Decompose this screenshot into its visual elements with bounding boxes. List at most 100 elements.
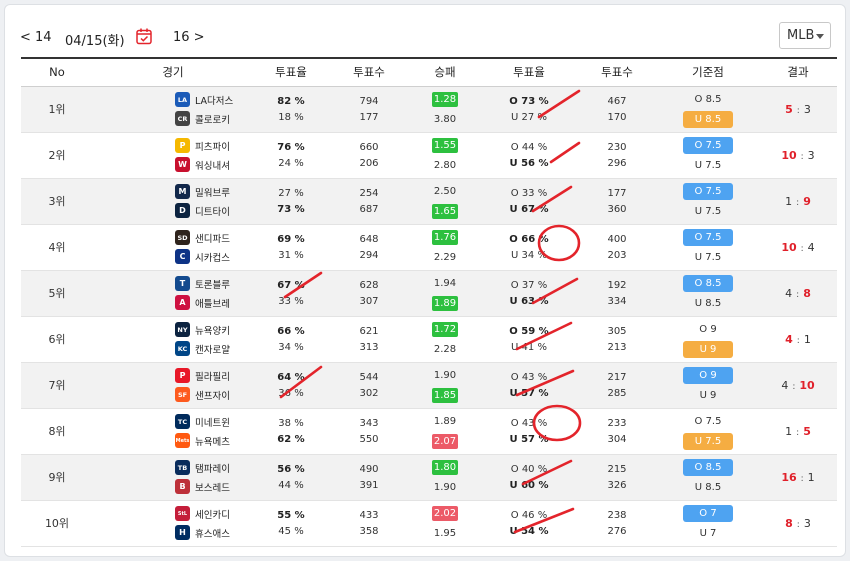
line-badge[interactable]: O 7.5: [683, 228, 733, 246]
vote-count: 433: [359, 509, 379, 521]
ou-vote-rate-cell: O 43 % U 57 %: [481, 408, 577, 454]
nationals-logo-icon: W: [175, 157, 190, 172]
line-badge[interactable]: U 9: [683, 340, 733, 358]
vote-rate: 18 %: [278, 111, 304, 123]
vote-count: 544: [359, 371, 379, 383]
team[interactable]: P 필라필리: [175, 368, 230, 383]
table-row[interactable]: 6위 NY 뉴욕양키 KC 캔자로얄 66 % 34 % 621 313 1.72 2.28 O 59…: [21, 316, 837, 362]
odds-value[interactable]: 1.90: [434, 368, 456, 383]
odds-cell: 1.80 1.90: [409, 454, 481, 500]
team[interactable]: LA LA다저스: [175, 92, 233, 107]
ou-vote-count: 360: [607, 203, 627, 215]
table-row[interactable]: 9위 TB 탬파레이 B 보스레드 56 % 44 % 490 391 1.80 1.90 O 40 …: [21, 454, 837, 500]
line-badge[interactable]: O 8.5: [683, 458, 733, 476]
odds-value[interactable]: 1.95: [434, 526, 456, 541]
odds-badge[interactable]: 1.72: [432, 321, 458, 337]
table-row[interactable]: 7위 P 필라필리 SF 샌프자이 64 % 36 % 544 302 1.90 1.85 O 43 …: [21, 362, 837, 408]
next-day-link[interactable]: 16 >: [173, 30, 205, 45]
odds-value[interactable]: 2.50: [434, 184, 456, 199]
league-select[interactable]: MLB: [779, 22, 831, 49]
odds-value[interactable]: 2.29: [434, 250, 456, 265]
line-badge[interactable]: O 8.5: [683, 274, 733, 292]
team-name: 콜로로키: [195, 114, 230, 126]
table-row[interactable]: 8위 TC 미네트윈 Mets 뉴욕메츠 38 % 62 % 343 550 1.89 2.07 O …: [21, 408, 837, 454]
line-value[interactable]: U 7: [683, 525, 733, 542]
line-badge[interactable]: O 7.5: [683, 136, 733, 154]
team[interactable]: A 애틀브레: [175, 295, 230, 310]
odds-value[interactable]: 3.80: [434, 112, 456, 127]
table-row[interactable]: 5위 T 토론블루 A 애틀브레 67 % 33 % 628 307 1.94 1.89 O 37 %…: [21, 270, 837, 316]
line-value[interactable]: U 7.5: [683, 157, 733, 174]
odds-badge[interactable]: 1.55: [432, 137, 458, 153]
odds-value[interactable]: 1.89: [434, 414, 456, 429]
odds-cell: 1.94 1.89: [409, 270, 481, 316]
odds-badge[interactable]: 2.07: [432, 433, 458, 449]
team[interactable]: TB 탬파레이: [175, 460, 230, 475]
odds-badge[interactable]: 1.65: [432, 203, 458, 219]
team[interactable]: SD 샌디파드: [175, 230, 230, 245]
team[interactable]: KC 캔자로얄: [175, 341, 230, 356]
prev-day-link[interactable]: < 14: [20, 30, 52, 45]
line-badge[interactable]: O 9: [683, 366, 733, 384]
team[interactable]: B 보스레드: [175, 479, 230, 494]
team[interactable]: T 토론블루: [175, 276, 230, 291]
team[interactable]: W 워싱내셔: [175, 157, 230, 172]
team[interactable]: M 밀워브루: [175, 184, 230, 199]
table-row[interactable]: 2위 P 피츠파이 W 워싱내셔 76 % 24 % 660 206 1.55 2.80 O 44 %…: [21, 132, 837, 178]
column-header: 승패: [434, 65, 456, 80]
team[interactable]: SF 샌프자이: [175, 387, 230, 402]
odds-badge[interactable]: 1.85: [432, 387, 458, 403]
away-score: 1: [803, 332, 811, 346]
line-badge[interactable]: O 7.5: [683, 182, 733, 200]
ou-vote-count: 215: [607, 463, 627, 475]
team[interactable]: CR 콜로로키: [175, 111, 230, 126]
odds-value[interactable]: 2.28: [434, 342, 456, 357]
table-row[interactable]: 10위 StL 세인카디 H 휴스애스 55 % 45 % 433 358 2.02 1.95 O 4…: [21, 500, 837, 546]
odds-badge[interactable]: 1.76: [432, 229, 458, 245]
line-value[interactable]: U 8.5: [683, 479, 733, 496]
team[interactable]: P 피츠파이: [175, 138, 230, 153]
ou-vote-rate-cell: O 66 % U 34 %: [481, 224, 577, 270]
line-value[interactable]: U 9: [683, 387, 733, 404]
odds-value[interactable]: 1.94: [434, 276, 456, 291]
home-score: 1: [785, 194, 793, 208]
team[interactable]: NY 뉴욕양키: [175, 322, 230, 337]
team[interactable]: C 시카컵스: [175, 249, 230, 264]
odds-badge[interactable]: 1.89: [432, 295, 458, 311]
line-badge[interactable]: O 7: [683, 504, 733, 522]
team-name: 토론블루: [195, 279, 230, 291]
date-navigation: < 14 04/15(화) 16 > MLB: [5, 5, 845, 57]
ou-vote-rate-cell: O 37 % U 63 %: [481, 270, 577, 316]
ou-vote-rate: U 63 %: [509, 295, 549, 307]
vote-rate: 66 %: [277, 325, 305, 337]
line-value[interactable]: U 7.5: [683, 249, 733, 266]
table-body: 1위 LA LA다저스 CR 콜로로키 82 % 18 % 794 177 1.28 3.80 O 7…: [21, 86, 837, 546]
table-row[interactable]: 1위 LA LA다저스 CR 콜로로키 82 % 18 % 794 177 1.28 3.80 O 7…: [21, 86, 837, 132]
line-badge[interactable]: U 8.5: [683, 110, 733, 128]
odds-badge[interactable]: 2.02: [432, 505, 458, 521]
ou-vote-rate: U 57 %: [509, 387, 549, 399]
team[interactable]: Mets 뉴욕메츠: [175, 433, 230, 448]
odds-badge[interactable]: 1.28: [432, 91, 458, 107]
team[interactable]: TC 미네트윈: [175, 414, 230, 429]
line-value[interactable]: O 9: [683, 321, 733, 338]
line-value[interactable]: U 8.5: [683, 295, 733, 312]
calendar-check-icon[interactable]: [135, 27, 153, 45]
team[interactable]: D 디트타이: [175, 203, 230, 218]
odds-badge[interactable]: 1.80: [432, 459, 458, 475]
table-row[interactable]: 3위 M 밀워브루 D 디트타이 27 % 73 % 254 687 2.50 1.65 O 33 %…: [21, 178, 837, 224]
odds-value[interactable]: 2.80: [434, 158, 456, 173]
line-value[interactable]: O 8.5: [683, 91, 733, 108]
table-row[interactable]: 4위 SD 샌디파드 C 시카컵스 69 % 31 % 648 294 1.76 2.29 O 66 …: [21, 224, 837, 270]
line-value[interactable]: O 7.5: [683, 413, 733, 430]
team[interactable]: H 휴스애스: [175, 525, 230, 540]
ou-vote-count-cell: 177 360: [577, 178, 657, 224]
ou-vote-rate: U 57 %: [509, 433, 549, 445]
line-badge[interactable]: U 7.5: [683, 432, 733, 450]
line-value[interactable]: U 7.5: [683, 203, 733, 220]
away-score: 3: [803, 516, 811, 530]
ou-vote-count: 230: [607, 141, 627, 153]
vote-rate: 82 %: [277, 95, 305, 107]
team[interactable]: StL 세인카디: [175, 506, 230, 521]
odds-value[interactable]: 1.90: [434, 480, 456, 495]
